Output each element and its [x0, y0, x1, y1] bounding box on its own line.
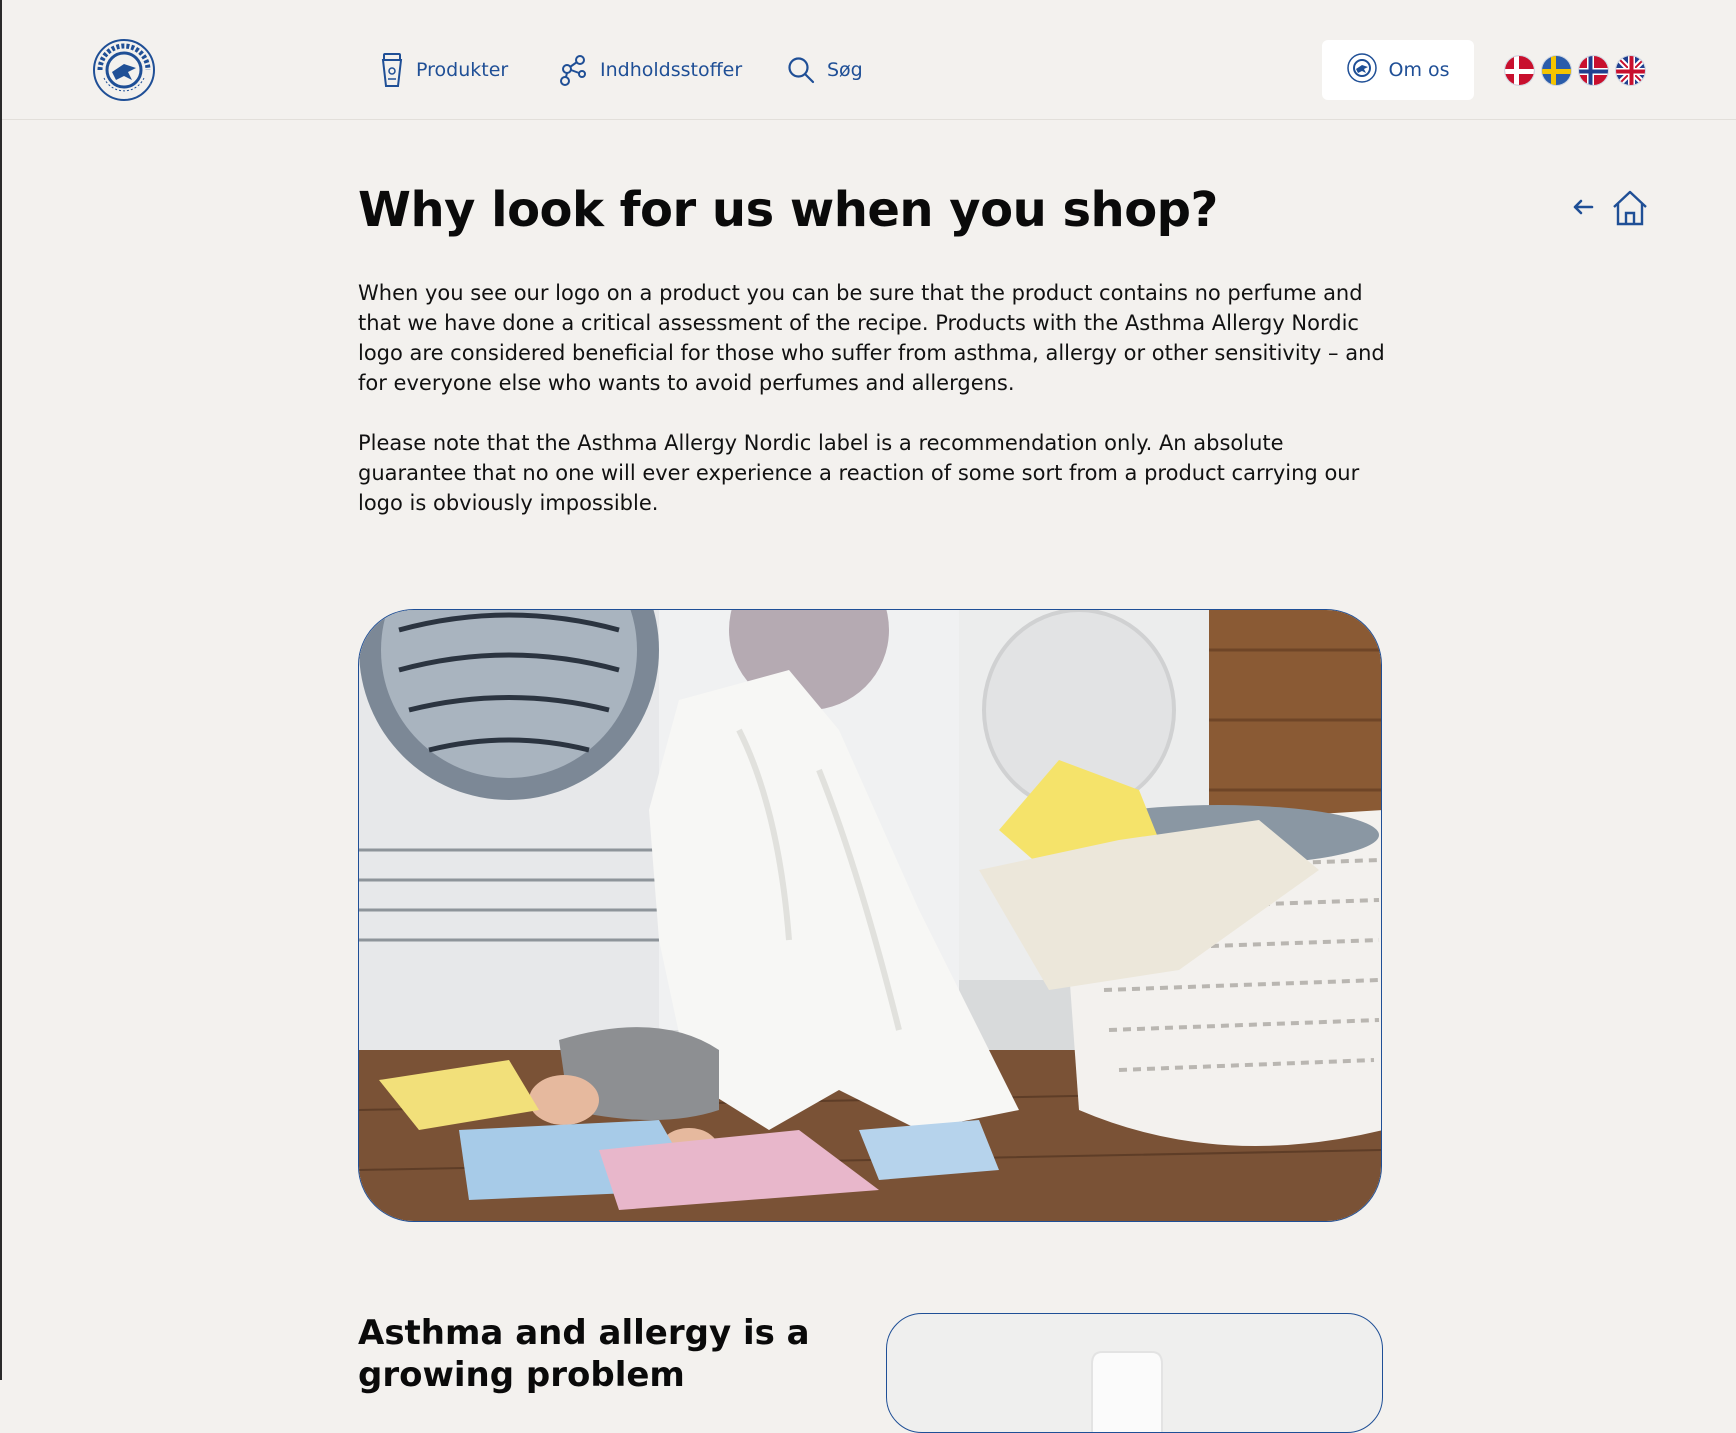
flag-norway-icon[interactable]: [1578, 55, 1609, 86]
site-header: Produkter Indholdsstoffer Søg Om os: [2, 0, 1736, 120]
page-title: Why look for us when you shop?: [358, 182, 1218, 238]
nav-sog[interactable]: Søg: [787, 50, 863, 90]
nav-indholdsstoffer[interactable]: Indholdsstoffer: [558, 50, 742, 90]
flag-denmark-icon[interactable]: [1504, 55, 1535, 86]
about-us-label: Om os: [1388, 59, 1450, 81]
molecule-icon: [558, 54, 588, 86]
product-card[interactable]: [886, 1313, 1383, 1433]
product-tube-icon: [380, 53, 404, 87]
hero-image: [358, 609, 1382, 1222]
about-us-button[interactable]: Om os: [1322, 40, 1474, 100]
disclaimer-paragraph: Please note that the Asthma Allergy Nord…: [358, 431, 1360, 515]
section-heading: Asthma and allergy is a growing problem: [358, 1313, 810, 1395]
seal-icon: [1346, 52, 1378, 89]
home-icon[interactable]: [1610, 188, 1650, 232]
back-arrow-icon[interactable]: [1572, 198, 1594, 220]
nav-label: Produkter: [416, 59, 509, 81]
nav-label: Indholdsstoffer: [600, 59, 743, 81]
language-switcher: [1504, 55, 1646, 86]
intro-paragraph: When you see our logo on a product you c…: [358, 281, 1385, 395]
nav-label: Søg: [827, 59, 863, 81]
flag-uk-icon[interactable]: [1615, 55, 1646, 86]
flag-sweden-icon[interactable]: [1541, 55, 1572, 86]
search-icon: [787, 56, 815, 84]
nav-produkter[interactable]: Produkter: [380, 50, 508, 90]
asthma-allergy-nordic-logo[interactable]: [92, 38, 156, 102]
